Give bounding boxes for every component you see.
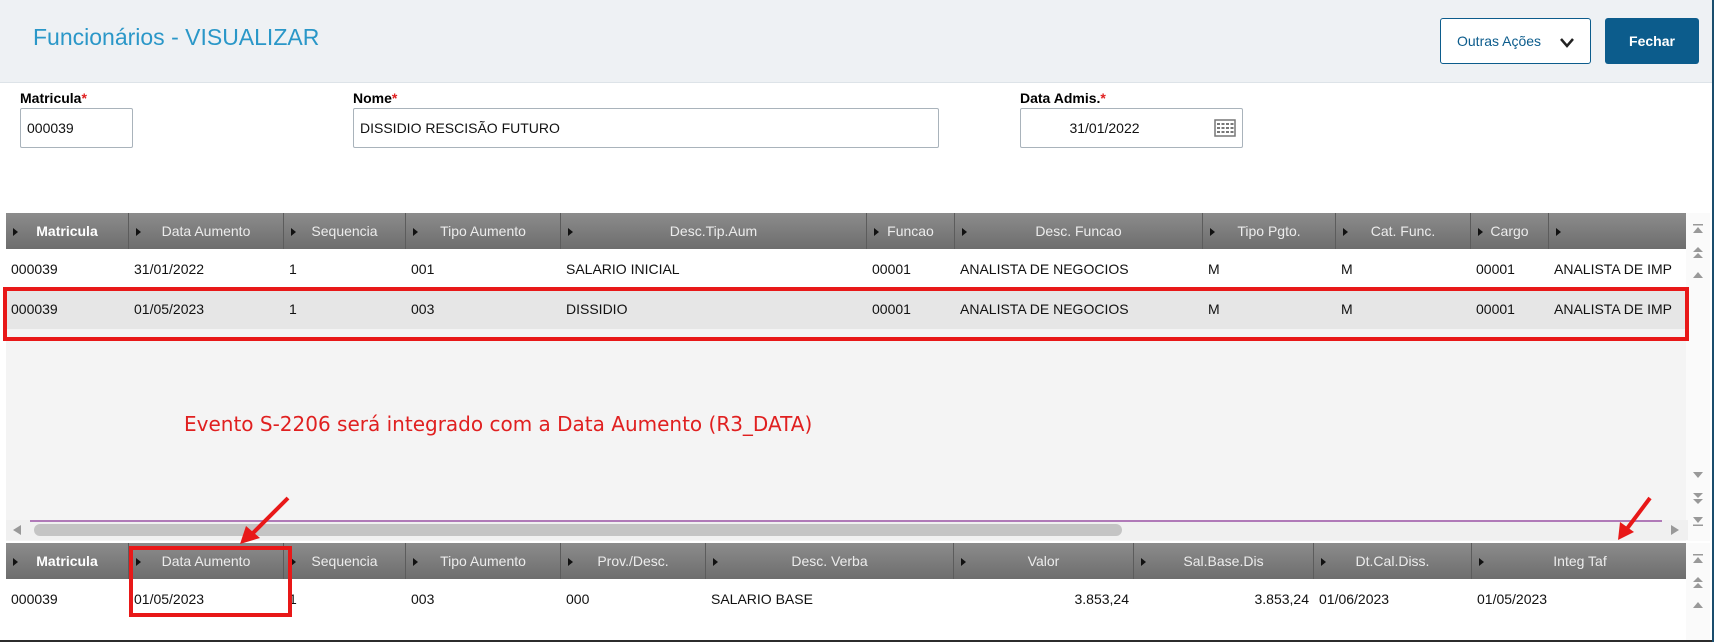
- cell-funcao: 00001: [872, 301, 911, 317]
- data-admis-label: Data Admis.*: [1020, 90, 1106, 106]
- scroll-page-up-icon[interactable]: [1692, 247, 1704, 259]
- horizontal-scroll-thumb[interactable]: [34, 524, 1122, 536]
- cell-desc-cargo: ANALISTA DE IMP: [1554, 261, 1672, 277]
- cell-matricula: 000039: [11, 591, 58, 607]
- col-header-integ-taf[interactable]: Integ Taf: [1472, 543, 1688, 579]
- col-header-matricula[interactable]: Matricula: [6, 543, 129, 579]
- cell-data-aumento: 01/05/2023: [134, 301, 205, 317]
- cell-desc-verba: SALARIO BASE: [711, 591, 813, 607]
- scroll-top-icon[interactable]: [1692, 553, 1704, 565]
- col-header-data-aumento[interactable]: Data Aumento: [129, 213, 284, 249]
- nome-label: Nome*: [353, 90, 398, 106]
- col-header-sequencia[interactable]: Sequencia: [284, 543, 406, 579]
- col-header-tipo-aumento[interactable]: Tipo Aumento: [406, 543, 561, 579]
- cell-matricula: 000039: [11, 301, 58, 317]
- page-title: Funcionários - VISUALIZAR: [33, 24, 320, 50]
- annotation-text: Evento S-2206 será integrado com a Data …: [184, 412, 813, 436]
- scroll-up-icon[interactable]: [1692, 599, 1704, 611]
- scroll-right-icon[interactable]: [1670, 525, 1680, 535]
- cell-data-aumento: 01/05/2023: [134, 591, 205, 607]
- matricula-field[interactable]: 000039: [20, 108, 133, 148]
- col-header-prov-desc[interactable]: Prov./Desc.: [561, 543, 706, 579]
- cell-tipo-aumento: 003: [411, 591, 435, 607]
- cell-desc-funcao: ANALISTA DE NEGOCIOS: [960, 301, 1129, 317]
- chevron-down-icon: [1560, 38, 1574, 48]
- col-header-data-aumento[interactable]: Data Aumento: [129, 543, 284, 579]
- scroll-top-icon[interactable]: [1692, 223, 1704, 235]
- window-edge: [1712, 0, 1714, 642]
- cell-prov-desc: 000: [566, 591, 590, 607]
- data-admis-value: 31/01/2022: [1069, 120, 1140, 136]
- col-header-desc-cargo[interactable]: [1549, 213, 1688, 249]
- nome-field[interactable]: DISSIDIO RESCISÃO FUTURO: [353, 108, 939, 148]
- outras-acoes-label: Outras Ações: [1457, 33, 1542, 49]
- col-header-sal-base-dis[interactable]: Sal.Base.Dis: [1134, 543, 1314, 579]
- cell-desc-cargo: ANALISTA DE IMP: [1554, 301, 1672, 317]
- matricula-label: Matricula*: [20, 90, 87, 106]
- grid1-horizontal-scrollbar[interactable]: [6, 520, 1688, 540]
- cell-tipo-aumento: 001: [411, 261, 435, 277]
- col-header-dt-cal-diss[interactable]: Dt.Cal.Diss.: [1314, 543, 1472, 579]
- col-header-sequencia[interactable]: Sequencia: [284, 213, 406, 249]
- scroll-down-icon[interactable]: [1692, 469, 1704, 481]
- table-row[interactable]: 000039 31/01/2022 1 001 SALARIO INICIAL …: [6, 249, 1688, 289]
- calendar-icon[interactable]: [1214, 119, 1236, 137]
- cell-dt-cal-diss: 01/06/2023: [1319, 591, 1390, 607]
- cell-desc-funcao: ANALISTA DE NEGOCIOS: [960, 261, 1129, 277]
- cell-valor: 3.853,24: [1074, 591, 1130, 607]
- grid1-vertical-scrollbar[interactable]: [1686, 213, 1710, 541]
- scroll-bottom-icon[interactable]: [1692, 515, 1704, 527]
- outras-acoes-button[interactable]: Outras Ações: [1440, 18, 1591, 64]
- aumentos-grid-header: Matricula Data Aumento Sequencia Tipo Au…: [6, 213, 1688, 249]
- cell-tipo-pgto: M: [1208, 261, 1220, 277]
- cell-funcao: 00001: [872, 261, 911, 277]
- cell-cargo: 00001: [1476, 301, 1515, 317]
- col-header-cargo[interactable]: Cargo: [1471, 213, 1549, 249]
- cell-desc-tip-aum: DISSIDIO: [566, 301, 628, 317]
- fechar-button[interactable]: Fechar: [1605, 18, 1699, 64]
- cell-cat-func: M: [1341, 301, 1353, 317]
- scroll-page-down-icon[interactable]: [1692, 493, 1704, 505]
- col-header-valor[interactable]: Valor: [954, 543, 1134, 579]
- data-admis-field[interactable]: 31/01/2022: [1020, 108, 1243, 148]
- cell-desc-tip-aum: SALARIO INICIAL: [566, 261, 680, 277]
- verbas-grid-header: Matricula Data Aumento Sequencia Tipo Au…: [6, 543, 1688, 579]
- cell-cargo: 00001: [1476, 261, 1515, 277]
- scroll-left-icon[interactable]: [12, 525, 22, 535]
- col-header-desc-funcao[interactable]: Desc. Funcao: [955, 213, 1203, 249]
- cell-cat-func: M: [1341, 261, 1353, 277]
- table-row-selected[interactable]: 000039 01/05/2023 1 003 DISSIDIO 00001 A…: [6, 289, 1688, 329]
- cell-tipo-aumento: 003: [411, 301, 435, 317]
- col-header-desc-verba[interactable]: Desc. Verba: [706, 543, 954, 579]
- cell-sequencia: 1: [289, 591, 297, 607]
- grid-divider-line: [30, 520, 1662, 522]
- cell-tipo-pgto: M: [1208, 301, 1220, 317]
- cell-sal-base-dis: 3.853,24: [1254, 591, 1310, 607]
- col-header-desc-tip-aum[interactable]: Desc.Tip.Aum: [561, 213, 867, 249]
- grid2-vertical-scrollbar[interactable]: [1686, 543, 1710, 640]
- cell-integ-taf: 01/05/2023: [1477, 591, 1548, 607]
- col-header-tipo-pgto[interactable]: Tipo Pgto.: [1203, 213, 1336, 249]
- col-header-matricula[interactable]: Matricula: [6, 213, 129, 249]
- cell-matricula: 000039: [11, 261, 58, 277]
- col-header-cat-func[interactable]: Cat. Func.: [1336, 213, 1471, 249]
- aumentos-grid: Matricula Data Aumento Sequencia Tipo Au…: [6, 213, 1688, 541]
- col-header-funcao[interactable]: Funcao: [867, 213, 955, 249]
- scroll-page-up-icon[interactable]: [1692, 577, 1704, 589]
- cell-sequencia: 1: [289, 261, 297, 277]
- page-header: Funcionários - VISUALIZAR Outras Ações F…: [0, 0, 1712, 83]
- col-header-tipo-aumento[interactable]: Tipo Aumento: [406, 213, 561, 249]
- scroll-up-icon[interactable]: [1692, 269, 1704, 281]
- table-row[interactable]: 000039 01/05/2023 1 003 000 SALARIO BASE…: [6, 579, 1688, 619]
- cell-sequencia: 1: [289, 301, 297, 317]
- cell-data-aumento: 31/01/2022: [134, 261, 205, 277]
